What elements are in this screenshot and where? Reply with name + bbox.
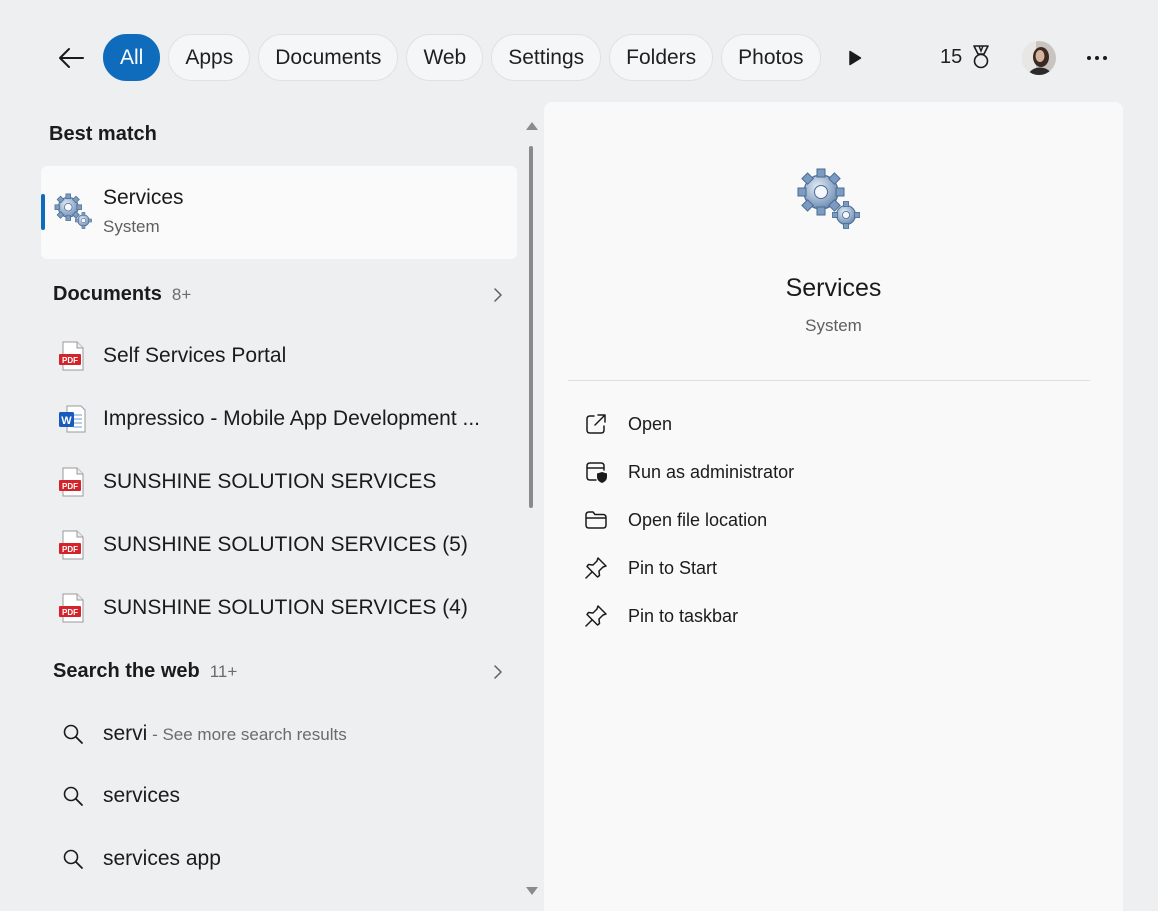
action-label: Open <box>628 413 673 434</box>
search-web-heading[interactable]: Search the web 11+ <box>53 660 237 683</box>
tab-documents[interactable]: Documents <box>258 34 399 81</box>
pin-icon <box>585 557 607 579</box>
web-query: services app <box>103 847 221 870</box>
user-avatar[interactable] <box>1022 41 1056 75</box>
action-label: Pin to Start <box>628 557 718 578</box>
pdf-icon: PDF <box>59 530 84 560</box>
svg-text:PDF: PDF <box>62 356 78 365</box>
document-name: SUNSHINE SOLUTION SERVICES <box>103 470 437 493</box>
web-query-hint: - See more search results <box>147 725 347 744</box>
run-as-administrator-action[interactable]: Run as administrator <box>572 452 1072 492</box>
list-item-web-search[interactable]: servi - See more search results <box>41 704 517 764</box>
best-match-name: Services <box>103 186 184 209</box>
search-icon <box>63 849 83 869</box>
scroll-up-arrow-icon[interactable] <box>526 122 538 130</box>
tab-settings[interactable]: Settings <box>491 34 602 81</box>
best-match-heading: Best match <box>49 123 157 145</box>
pin-to-start-action[interactable]: Pin to Start <box>572 548 1072 588</box>
open-file-location-action[interactable]: Open file location <box>572 500 1072 540</box>
documents-heading[interactable]: Documents 8+ <box>53 283 191 306</box>
document-name: SUNSHINE SOLUTION SERVICES (5) <box>103 533 468 556</box>
search-web-count: 11+ <box>209 662 238 681</box>
back-arrow-icon <box>59 48 84 68</box>
document-name: SUNSHINE SOLUTION SERVICES (4) <box>103 596 468 619</box>
avatar-image <box>1022 41 1056 75</box>
folder-icon <box>585 511 607 529</box>
open-external-icon <box>586 414 606 434</box>
best-match-item[interactable]: Services System <box>41 166 517 259</box>
tab-apps[interactable]: Apps <box>168 34 251 81</box>
tab-web[interactable]: Web <box>406 34 484 81</box>
points-count: 15 <box>940 45 963 68</box>
svg-text:W: W <box>61 415 72 427</box>
document-name: Impressico - Mobile App Development ... <box>103 407 480 430</box>
documents-count: 8+ <box>171 285 192 304</box>
preview-subtitle: System <box>805 316 862 335</box>
best-match-type: System <box>103 217 160 236</box>
list-item-document[interactable]: PDF SUNSHINE SOLUTION SERVICES (5) <box>41 515 517 575</box>
document-name: Self Services Portal <box>103 344 287 367</box>
web-query: services <box>103 784 181 807</box>
preview-pane: Services System Open Run as administrato… <box>544 102 1123 911</box>
tab-photos[interactable]: Photos <box>721 34 821 81</box>
open-action[interactable]: Open <box>572 404 1072 444</box>
chevron-right-icon[interactable] <box>490 287 506 303</box>
pdf-icon: PDF <box>59 341 84 371</box>
pdf-icon: PDF <box>59 467 84 497</box>
tab-folders[interactable]: Folders <box>609 34 714 81</box>
svg-text:PDF: PDF <box>62 608 78 617</box>
selection-indicator <box>41 194 45 230</box>
list-item-web-search[interactable]: services app <box>41 829 517 889</box>
web-query: servi <box>103 722 148 745</box>
shield-window-icon <box>586 462 607 483</box>
list-item-document[interactable]: PDF SUNSHINE SOLUTION SERVICES (4) <box>41 578 517 638</box>
search-icon <box>63 724 83 744</box>
action-label: Run as administrator <box>628 461 795 482</box>
back-button[interactable] <box>52 40 90 76</box>
word-icon: W <box>59 405 86 433</box>
more-filters-button[interactable] <box>838 42 872 74</box>
list-item-web-search[interactable]: services <box>41 766 517 826</box>
filter-tabs: All Apps Documents Web Settings Folders … <box>103 34 821 81</box>
results-list: Best match Services System Documents 8+ … <box>0 100 543 911</box>
results-scrollbar[interactable] <box>523 118 539 908</box>
more-options-button[interactable] <box>1080 42 1114 74</box>
action-label: Open file location <box>628 509 768 530</box>
svg-text:PDF: PDF <box>62 482 78 491</box>
medal-icon <box>973 45 990 69</box>
rewards-points[interactable]: 15 <box>940 44 992 70</box>
pin-icon <box>585 605 607 627</box>
divider <box>568 380 1090 381</box>
play-icon <box>849 50 862 66</box>
search-web-title: Search the web <box>53 660 200 682</box>
scroll-down-arrow-icon[interactable] <box>526 887 538 895</box>
list-item-document[interactable]: W Impressico - Mobile App Development ..… <box>41 389 517 449</box>
search-icon <box>63 786 83 806</box>
preview-title: Services <box>785 274 882 302</box>
scrollbar-thumb[interactable] <box>529 146 533 508</box>
top-bar: All Apps Documents Web Settings Folders … <box>0 0 1158 100</box>
chevron-right-icon[interactable] <box>490 664 506 680</box>
pdf-icon: PDF <box>59 593 84 623</box>
action-label: Pin to taskbar <box>628 605 739 626</box>
svg-text:PDF: PDF <box>62 545 78 554</box>
documents-title: Documents <box>53 283 162 305</box>
pin-to-taskbar-action[interactable]: Pin to taskbar <box>572 596 1072 636</box>
tab-all[interactable]: All <box>103 34 161 81</box>
list-item-document[interactable]: PDF Self Services Portal <box>41 326 517 386</box>
gears-icon <box>797 168 860 229</box>
gears-icon <box>54 193 92 229</box>
list-item-document[interactable]: PDF SUNSHINE SOLUTION SERVICES <box>41 452 517 512</box>
ellipsis-icon <box>1087 56 1107 60</box>
